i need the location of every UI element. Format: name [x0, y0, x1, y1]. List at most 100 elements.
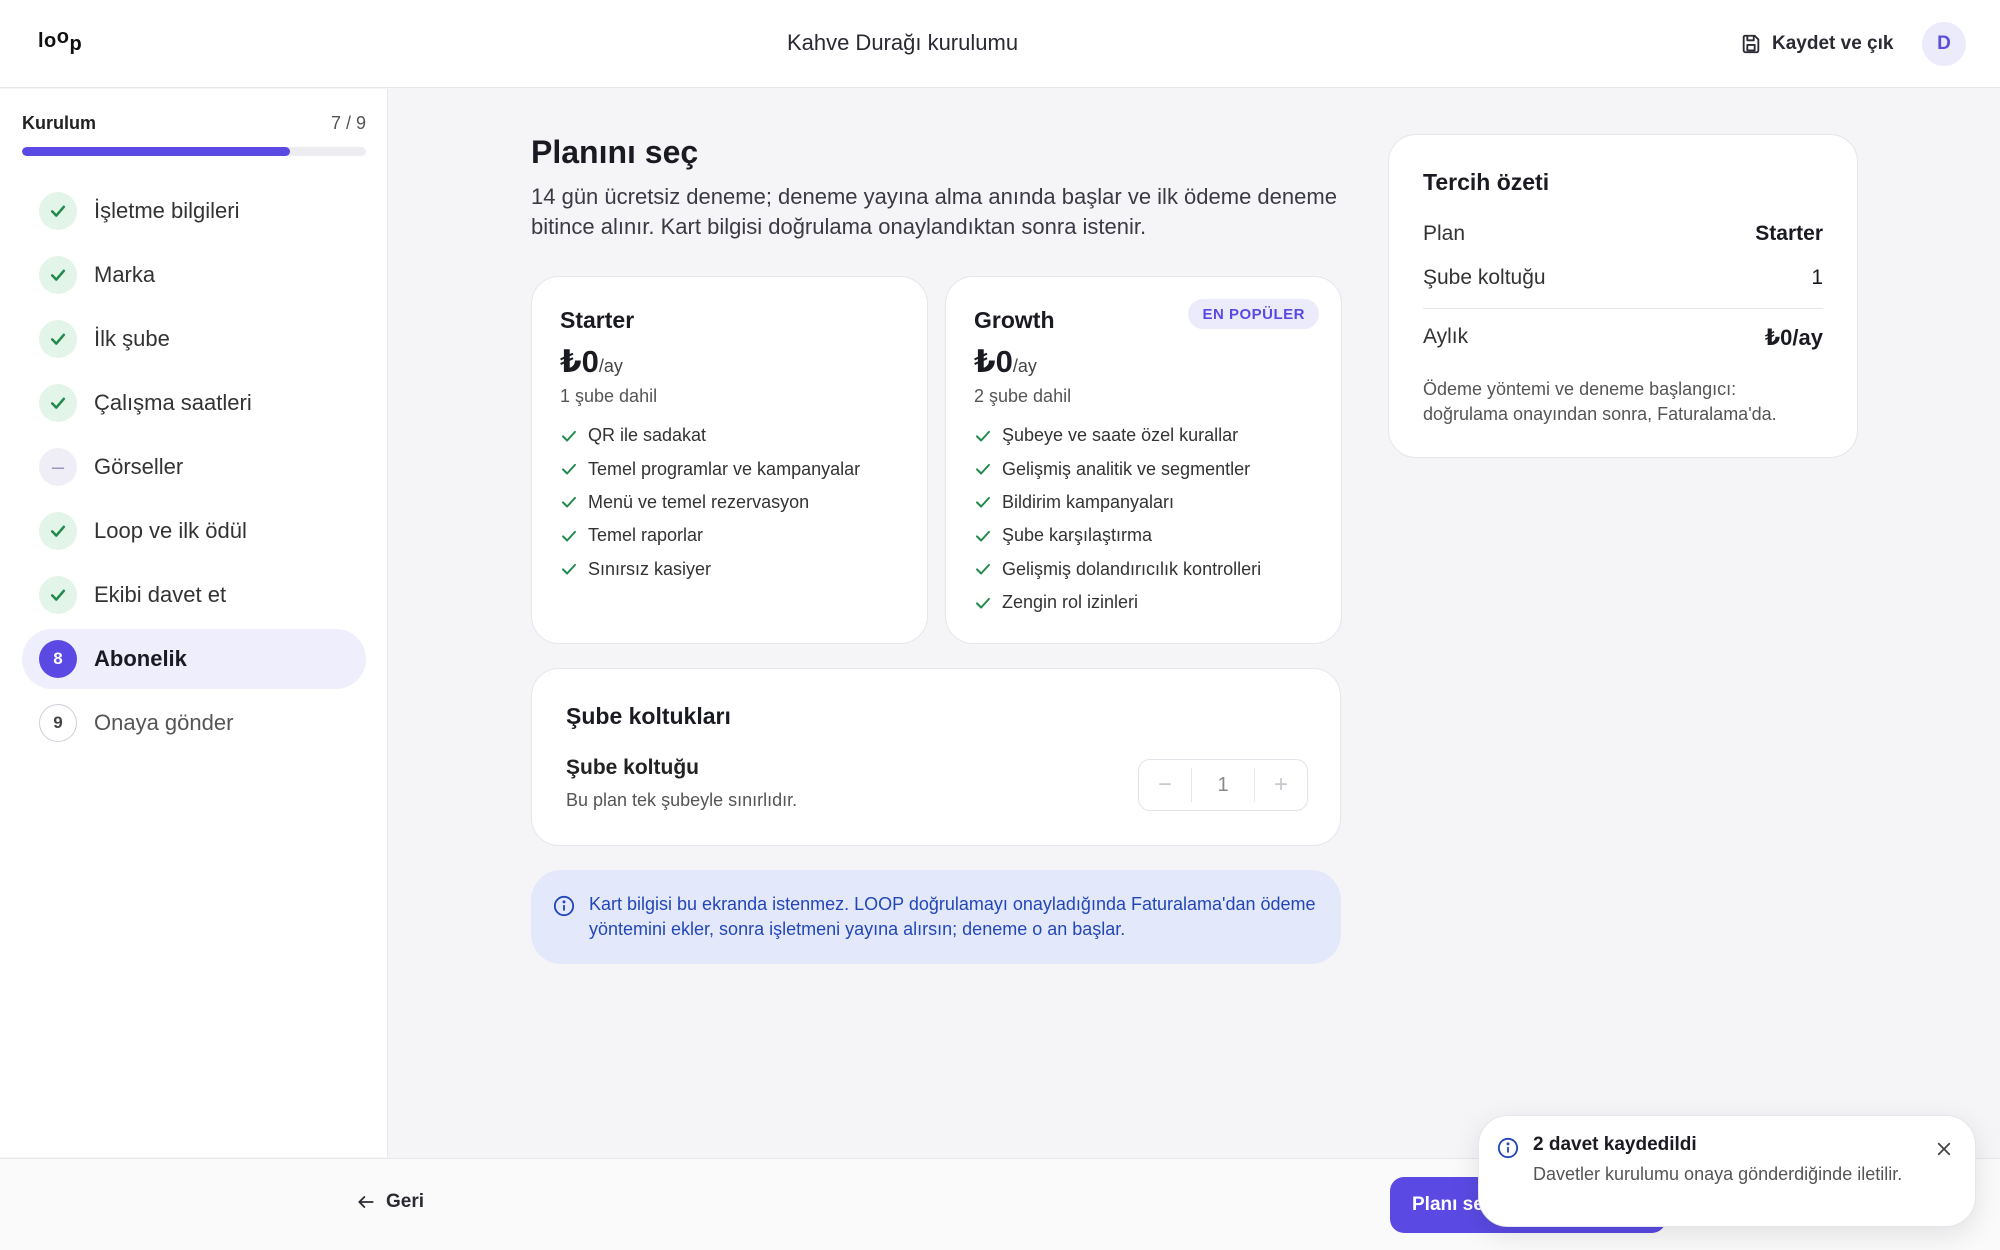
sidebar-step[interactable]: – Görseller — [22, 437, 366, 497]
plan-feature: Temel programlar ve kampanyalar — [560, 452, 899, 485]
check-icon — [50, 589, 66, 601]
check-icon — [562, 430, 576, 442]
sidebar-step[interactable]: Ekibi davet et — [22, 565, 366, 625]
check-icon — [50, 397, 66, 409]
page-title: Planını seç — [531, 134, 699, 170]
summary-plan-label: Plan — [1423, 222, 1466, 245]
setup-heading: Kurulum — [22, 113, 96, 133]
save-icon — [1742, 34, 1760, 54]
step-label: Ekibi davet et — [94, 582, 227, 607]
top-bar: loop Kahve Durağı kurulumu Kaydet ve çık… — [0, 0, 2000, 88]
sidebar-step[interactable]: Çalışma saatleri — [22, 373, 366, 433]
step-label: Loop ve ilk ödül — [94, 518, 247, 543]
step-complete-badge — [39, 384, 77, 422]
summary-plan-row: Plan Starter — [1423, 222, 1823, 246]
summary-title: Tercih özeti — [1423, 169, 1550, 195]
step-label: Marka — [94, 262, 156, 287]
step-label: Çalışma saatleri — [94, 390, 252, 415]
plan-card-growth[interactable]: EN POPÜLER Growth ₺0/ay 2 şube dahil Şub… — [945, 276, 1342, 644]
plan-feature-text: Temel raporlar — [588, 525, 704, 546]
seats-title: Şube koltukları — [566, 703, 731, 729]
card-info-text: Kart bilgisi bu ekranda istenmez. LOOP d… — [589, 894, 1316, 939]
summary-plan-value: Starter — [1755, 222, 1823, 245]
summary-monthly-row: Aylık ₺0/ay — [1423, 325, 1823, 351]
step-complete-badge — [39, 512, 77, 550]
summary-seat-label: Şube koltuğu — [1423, 266, 1546, 289]
plan-feature-text: Gelişmiş dolandırıcılık kontrolleri — [1002, 558, 1262, 579]
sidebar-step[interactable]: 8 Abonelik — [22, 629, 366, 689]
plan-price-period: /ay — [598, 356, 623, 376]
plan-card-starter[interactable]: Starter ₺0/ay 1 şube dahil QR ile sadaka… — [531, 276, 928, 644]
setup-progress-bar — [22, 147, 366, 156]
sidebar-step[interactable]: 9 Onaya gönder — [22, 693, 366, 753]
summary-seat-value: 1 — [1811, 266, 1823, 289]
check-icon — [562, 463, 576, 475]
plan-feature: Menü ve temel rezervasyon — [560, 486, 899, 519]
plan-feature-text: Sınırsız kasiyer — [588, 558, 712, 579]
step-number-badge: – — [39, 448, 77, 486]
plan-feature: Zengin rol izinleri — [974, 586, 1313, 619]
check-icon — [50, 333, 66, 345]
arrow-left-icon — [358, 1196, 374, 1208]
sidebar-step[interactable]: Marka — [22, 245, 366, 305]
info-icon — [1497, 1137, 1519, 1159]
plan-feature-list: Şubeye ve saate özel kurallar Gelişmiş an… — [974, 419, 1313, 619]
plan-branch-count: 1 şube dahil — [560, 386, 658, 406]
step-number-badge: 8 — [39, 640, 77, 678]
summary-monthly-value: ₺0/ay — [1764, 325, 1823, 350]
plan-feature-text: Şubeye ve saate özel kurallar — [1002, 425, 1239, 446]
plan-feature: Sınırsız kasiyer — [560, 553, 899, 586]
check-icon — [976, 597, 990, 609]
step-counter: 7 / 9 — [330, 113, 366, 133]
check-icon — [976, 463, 990, 475]
plan-feature: Şube karşılaştırma — [974, 519, 1313, 552]
toast-message: Davetler kurulumu onaya gönderdiğinde il… — [1533, 1164, 1903, 1184]
sidebar-step[interactable]: İlk şube — [22, 309, 366, 369]
step-list: İşletme bilgileri Marka İlk şube Çalışma sa… — [22, 181, 366, 757]
check-icon — [562, 497, 576, 508]
step-label: İşletme bilgileri — [94, 198, 240, 223]
plan-feature-text: Gelişmiş analitik ve segmentler — [1002, 458, 1251, 479]
check-icon — [562, 564, 576, 575]
save-and-exit-button[interactable]: Kaydet ve çık — [1740, 28, 1893, 60]
sidebar-step[interactable]: İşletme bilgileri — [22, 181, 366, 241]
step-complete-badge — [39, 576, 77, 614]
plan-feature-text: Menü ve temel rezervasyon — [588, 491, 810, 512]
check-icon — [50, 269, 66, 281]
plan-feature-text: Bildirim kampanyaları — [1002, 491, 1175, 512]
sidebar-step[interactable]: Loop ve ilk ödül — [22, 501, 366, 561]
plan-price-amount: ₺0 — [560, 344, 599, 379]
plan-feature: Bildirim kampanyaları — [974, 486, 1313, 519]
back-button[interactable]: Geri — [356, 1191, 424, 1213]
plan-feature: Şubeye ve saate özel kurallar — [974, 419, 1313, 452]
plan-price-period: /ay — [1012, 356, 1037, 376]
user-avatar[interactable]: D — [1922, 22, 1966, 66]
plan-feature-text: Zengin rol izinleri — [1002, 592, 1139, 613]
seat-quantity-stepper: − 1 + — [1138, 759, 1308, 811]
setup-title: Kahve Durağı kurulumu — [786, 30, 1019, 55]
page-description: 14 gün ücretsiz deneme; deneme yayına al… — [531, 184, 1337, 239]
check-icon — [50, 205, 66, 217]
step-complete-badge — [39, 256, 77, 294]
check-icon — [976, 564, 990, 575]
step-label: İlk şube — [94, 326, 170, 351]
step-complete-badge — [39, 192, 77, 230]
check-icon — [976, 530, 990, 542]
summary-divider — [1423, 308, 1823, 309]
summary-monthly-label: Aylık — [1423, 325, 1469, 348]
plan-feature: Temel raporlar — [560, 519, 899, 552]
step-label: Onaya gönder — [94, 710, 234, 735]
back-label: Geri — [386, 1191, 425, 1212]
plan-feature-text: QR ile sadakat — [588, 425, 707, 446]
info-icon — [553, 895, 575, 917]
check-icon — [50, 525, 66, 537]
increase-seat-button[interactable]: + — [1255, 760, 1307, 810]
plan-price-amount: ₺0 — [974, 344, 1013, 379]
plan-name: Starter — [560, 307, 635, 333]
decrease-seat-button[interactable]: − — [1139, 760, 1191, 810]
seat-quantity-value[interactable]: 1 — [1191, 768, 1255, 802]
setup-progress-header: Kurulum 7 / 9 — [22, 113, 366, 134]
plan-feature-text: Şube karşılaştırma — [1002, 525, 1153, 546]
check-icon — [976, 430, 990, 442]
close-icon[interactable] — [1935, 1140, 1953, 1158]
